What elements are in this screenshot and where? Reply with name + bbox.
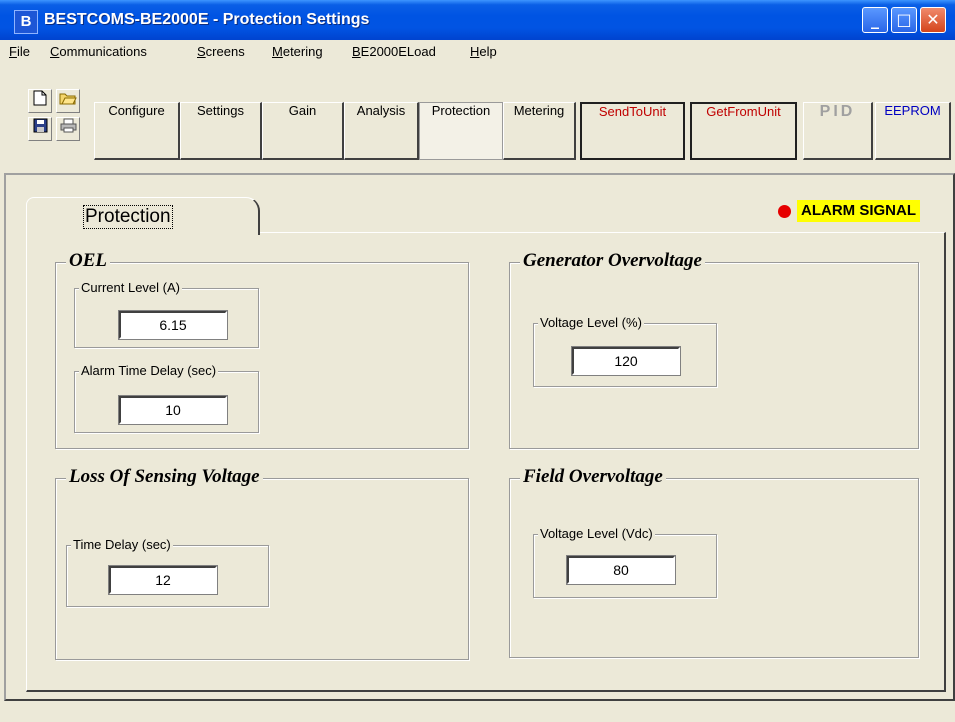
alarm-time-delay-group: Alarm Time Delay (sec) 10 [74,363,259,433]
menu-bar: File Communications Screens Metering BE2… [0,40,955,62]
tab-protection-label: Protection [83,205,173,229]
alarm-time-delay-label: Alarm Time Delay (sec) [79,363,219,378]
oel-group: OEL Current Level (A) 6.15 Alarm Time De… [55,250,469,449]
protection-button[interactable]: Protection [419,102,503,160]
metering-button[interactable]: Metering [503,102,576,160]
save-disk-icon[interactable] [28,117,52,141]
toolbar: Configure Settings Gain Analysis Protect… [8,66,954,168]
generator-overvoltage-title: Generator Overvoltage [520,250,705,272]
menu-file[interactable]: File [9,44,30,59]
tab-protection[interactable]: Protection [26,197,260,235]
alarm-indicator-icon [778,205,791,218]
time-delay-group: Time Delay (sec) 12 [66,537,269,607]
field-overvoltage-title: Field Overvoltage [520,466,666,488]
time-delay-label: Time Delay (sec) [71,537,173,552]
pid-button[interactable]: PID [803,102,873,160]
current-level-group: Current Level (A) 6.15 [74,280,259,348]
field-voltage-level-field[interactable]: 80 [566,555,676,585]
window-title: BESTCOMS-BE2000E - Protection Settings [44,11,370,28]
app-logo-icon[interactable]: B [14,10,38,34]
settings-button[interactable]: Settings [180,102,262,160]
current-level-field[interactable]: 6.15 [118,310,228,340]
send-to-unit-button[interactable]: SendToUnit [580,102,685,160]
current-level-label: Current Level (A) [79,280,182,295]
configure-button[interactable]: Configure [94,102,180,160]
new-document-icon[interactable] [28,89,52,113]
print-icon[interactable] [56,117,80,141]
menu-be2000eload[interactable]: BE2000ELoad [352,44,436,59]
generator-voltage-level-group: Voltage Level (%) 120 [533,315,717,387]
analysis-button[interactable]: Analysis [344,102,419,160]
app-window: B BESTCOMS-BE2000E - Protection Settings… [0,0,955,722]
menu-metering[interactable]: Metering [272,44,323,59]
loss-of-sensing-group: Loss Of Sensing Voltage Time Delay (sec)… [55,466,469,660]
title-bar[interactable]: B BESTCOMS-BE2000E - Protection Settings… [0,0,955,40]
get-from-unit-button[interactable]: GetFromUnit [690,102,797,160]
open-folder-icon[interactable] [56,89,80,113]
generator-overvoltage-group: Generator Overvoltage Voltage Level (%) … [509,250,919,449]
generator-voltage-level-label: Voltage Level (%) [538,315,644,330]
field-voltage-level-label: Voltage Level (Vdc) [538,526,655,541]
oel-title: OEL [66,250,110,272]
field-overvoltage-group: Field Overvoltage Voltage Level (Vdc) 80 [509,466,919,658]
generator-voltage-level-field[interactable]: 120 [571,346,681,376]
field-voltage-level-group: Voltage Level (Vdc) 80 [533,526,717,598]
minimize-button[interactable]: _ [862,7,888,33]
menu-screens[interactable]: Screens [197,44,245,59]
menu-communications[interactable]: Communications [50,44,147,59]
gain-button[interactable]: Gain [262,102,344,160]
close-button[interactable]: ✕ [920,7,946,33]
loss-of-sensing-title: Loss Of Sensing Voltage [66,466,263,488]
alarm-time-delay-field[interactable]: 10 [118,395,228,425]
alarm-signal-label: ALARM SIGNAL [797,200,920,222]
eeprom-button[interactable]: EEPROM [875,102,951,160]
menu-help[interactable]: Help [470,44,497,59]
maximize-button[interactable]: □ [891,7,917,33]
time-delay-field[interactable]: 12 [108,565,218,595]
